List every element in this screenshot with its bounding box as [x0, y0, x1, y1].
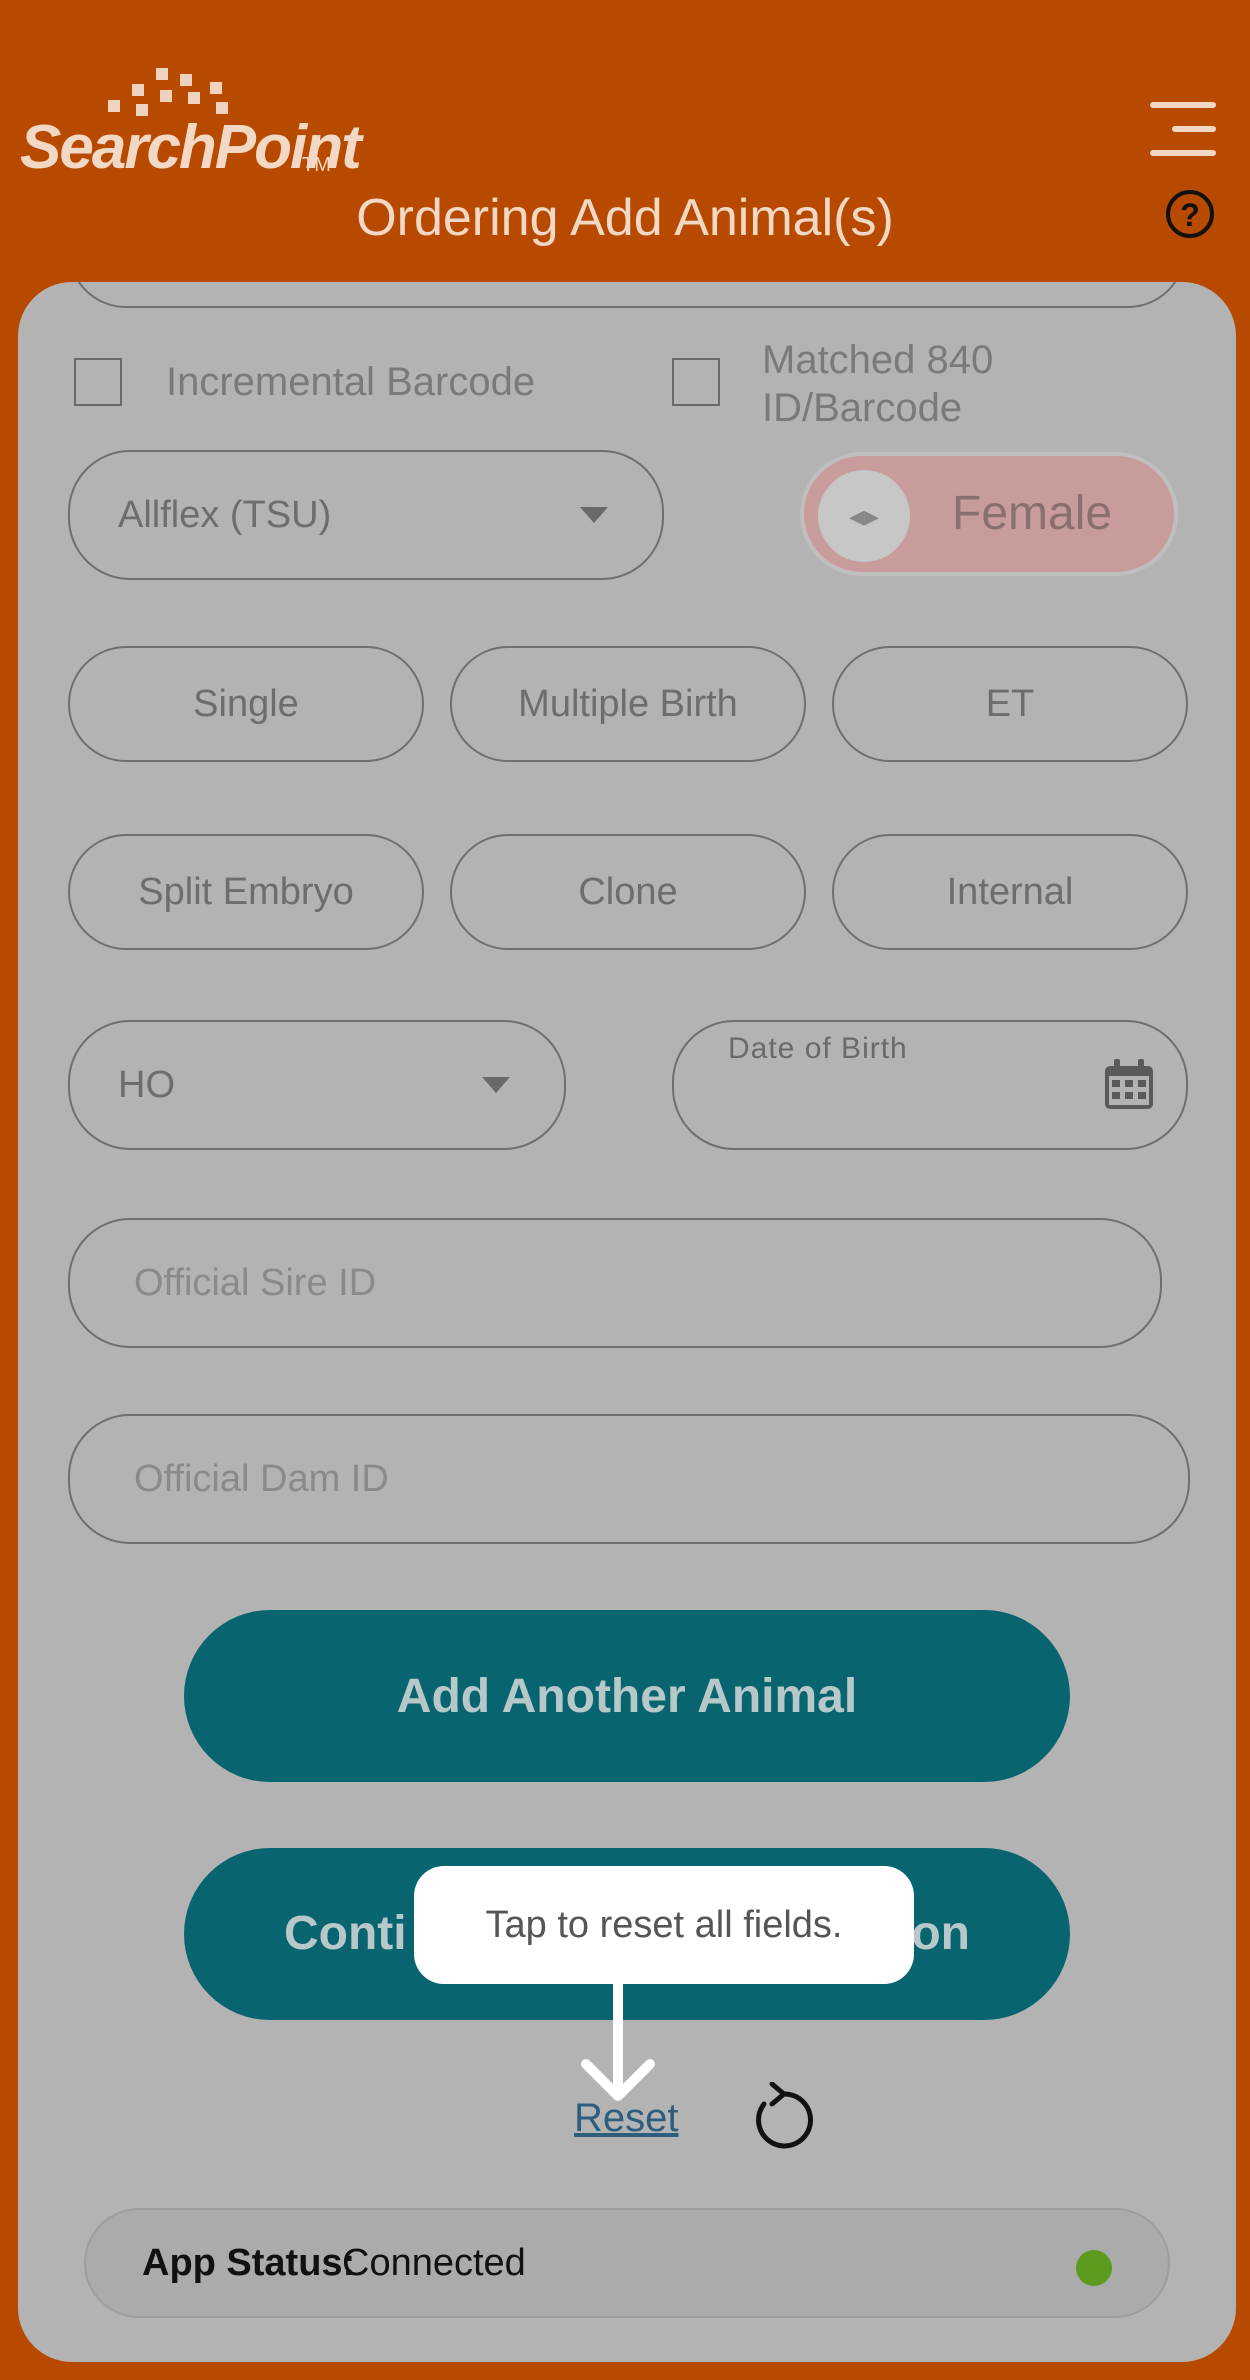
- reset-tooltip: Tap to reset all fields.: [414, 1866, 914, 1984]
- incremental-barcode-label: Incremental Barcode: [166, 360, 536, 404]
- logo-trademark: TM: [302, 154, 331, 176]
- help-icon[interactable]: ?: [1166, 190, 1214, 238]
- form-card: Incremental Barcode Matched 840 ID/Barco…: [18, 282, 1236, 2362]
- app-status-label: App Status:: [142, 2242, 356, 2284]
- scrolled-field[interactable]: [68, 282, 1186, 308]
- birth-type-internal-button[interactable]: Internal: [832, 834, 1188, 950]
- sire-placeholder: Official Sire ID: [134, 1261, 377, 1304]
- continue-label-right: on: [911, 1907, 970, 1960]
- sex-toggle-label: Female: [952, 487, 1113, 540]
- birth-type-clone-button[interactable]: Clone: [450, 834, 806, 950]
- calendar-icon[interactable]: [1102, 1058, 1156, 1112]
- status-indicator-icon: [1076, 2250, 1112, 2286]
- birth-type-et-button[interactable]: ET: [832, 646, 1188, 762]
- date-of-birth-field[interactable]: Date of Birth: [672, 1020, 1188, 1150]
- app-status-bar: App Status: Connected: [84, 2208, 1170, 2318]
- tag-type-select[interactable]: Allflex (TSU): [68, 450, 664, 580]
- continue-label-left: Conti: [284, 1907, 407, 1960]
- birth-type-single-button[interactable]: Single: [68, 646, 424, 762]
- logo-dots: [90, 68, 240, 116]
- app-status-value: Connected: [342, 2242, 526, 2284]
- hamburger-menu-icon[interactable]: [1150, 102, 1216, 158]
- reset-link[interactable]: Reset: [574, 2096, 679, 2141]
- chevron-down-icon: [580, 507, 608, 523]
- official-sire-id-input[interactable]: Official Sire ID: [68, 1218, 1162, 1348]
- page-title: Ordering Add Animal(s): [356, 189, 894, 247]
- app-header: SearchPoint TM Ordering Add Animal(s) ?: [0, 0, 1250, 290]
- incremental-barcode-checkbox[interactable]: [74, 358, 122, 406]
- matched-840-label-line2: ID/Barcode: [762, 386, 963, 430]
- chevron-down-icon: [482, 1077, 510, 1093]
- dam-placeholder: Official Dam ID: [134, 1457, 389, 1500]
- tag-type-value: Allflex (TSU): [118, 493, 332, 536]
- searchpoint-logo: SearchPoint TM: [20, 68, 362, 188]
- date-of-birth-label: Date of Birth: [728, 1032, 908, 1065]
- official-dam-id-input[interactable]: Official Dam ID: [68, 1414, 1190, 1544]
- matched-840-checkbox[interactable]: [672, 358, 720, 406]
- breed-value: HO: [118, 1063, 175, 1106]
- breed-select[interactable]: HO: [68, 1020, 566, 1150]
- sex-toggle[interactable]: ◂▸ Female: [800, 452, 1178, 576]
- birth-type-split-embryo-button[interactable]: Split Embryo: [68, 834, 424, 950]
- reset-icon[interactable]: [750, 2082, 816, 2154]
- add-another-animal-button[interactable]: Add Another Animal: [184, 1610, 1070, 1782]
- toggle-arrows-icon: ◂▸: [818, 470, 910, 562]
- matched-840-label-line1: Matched 840: [762, 338, 994, 382]
- tooltip-arrow-icon: [581, 1982, 655, 2101]
- birth-type-multiple-button[interactable]: Multiple Birth: [450, 646, 806, 762]
